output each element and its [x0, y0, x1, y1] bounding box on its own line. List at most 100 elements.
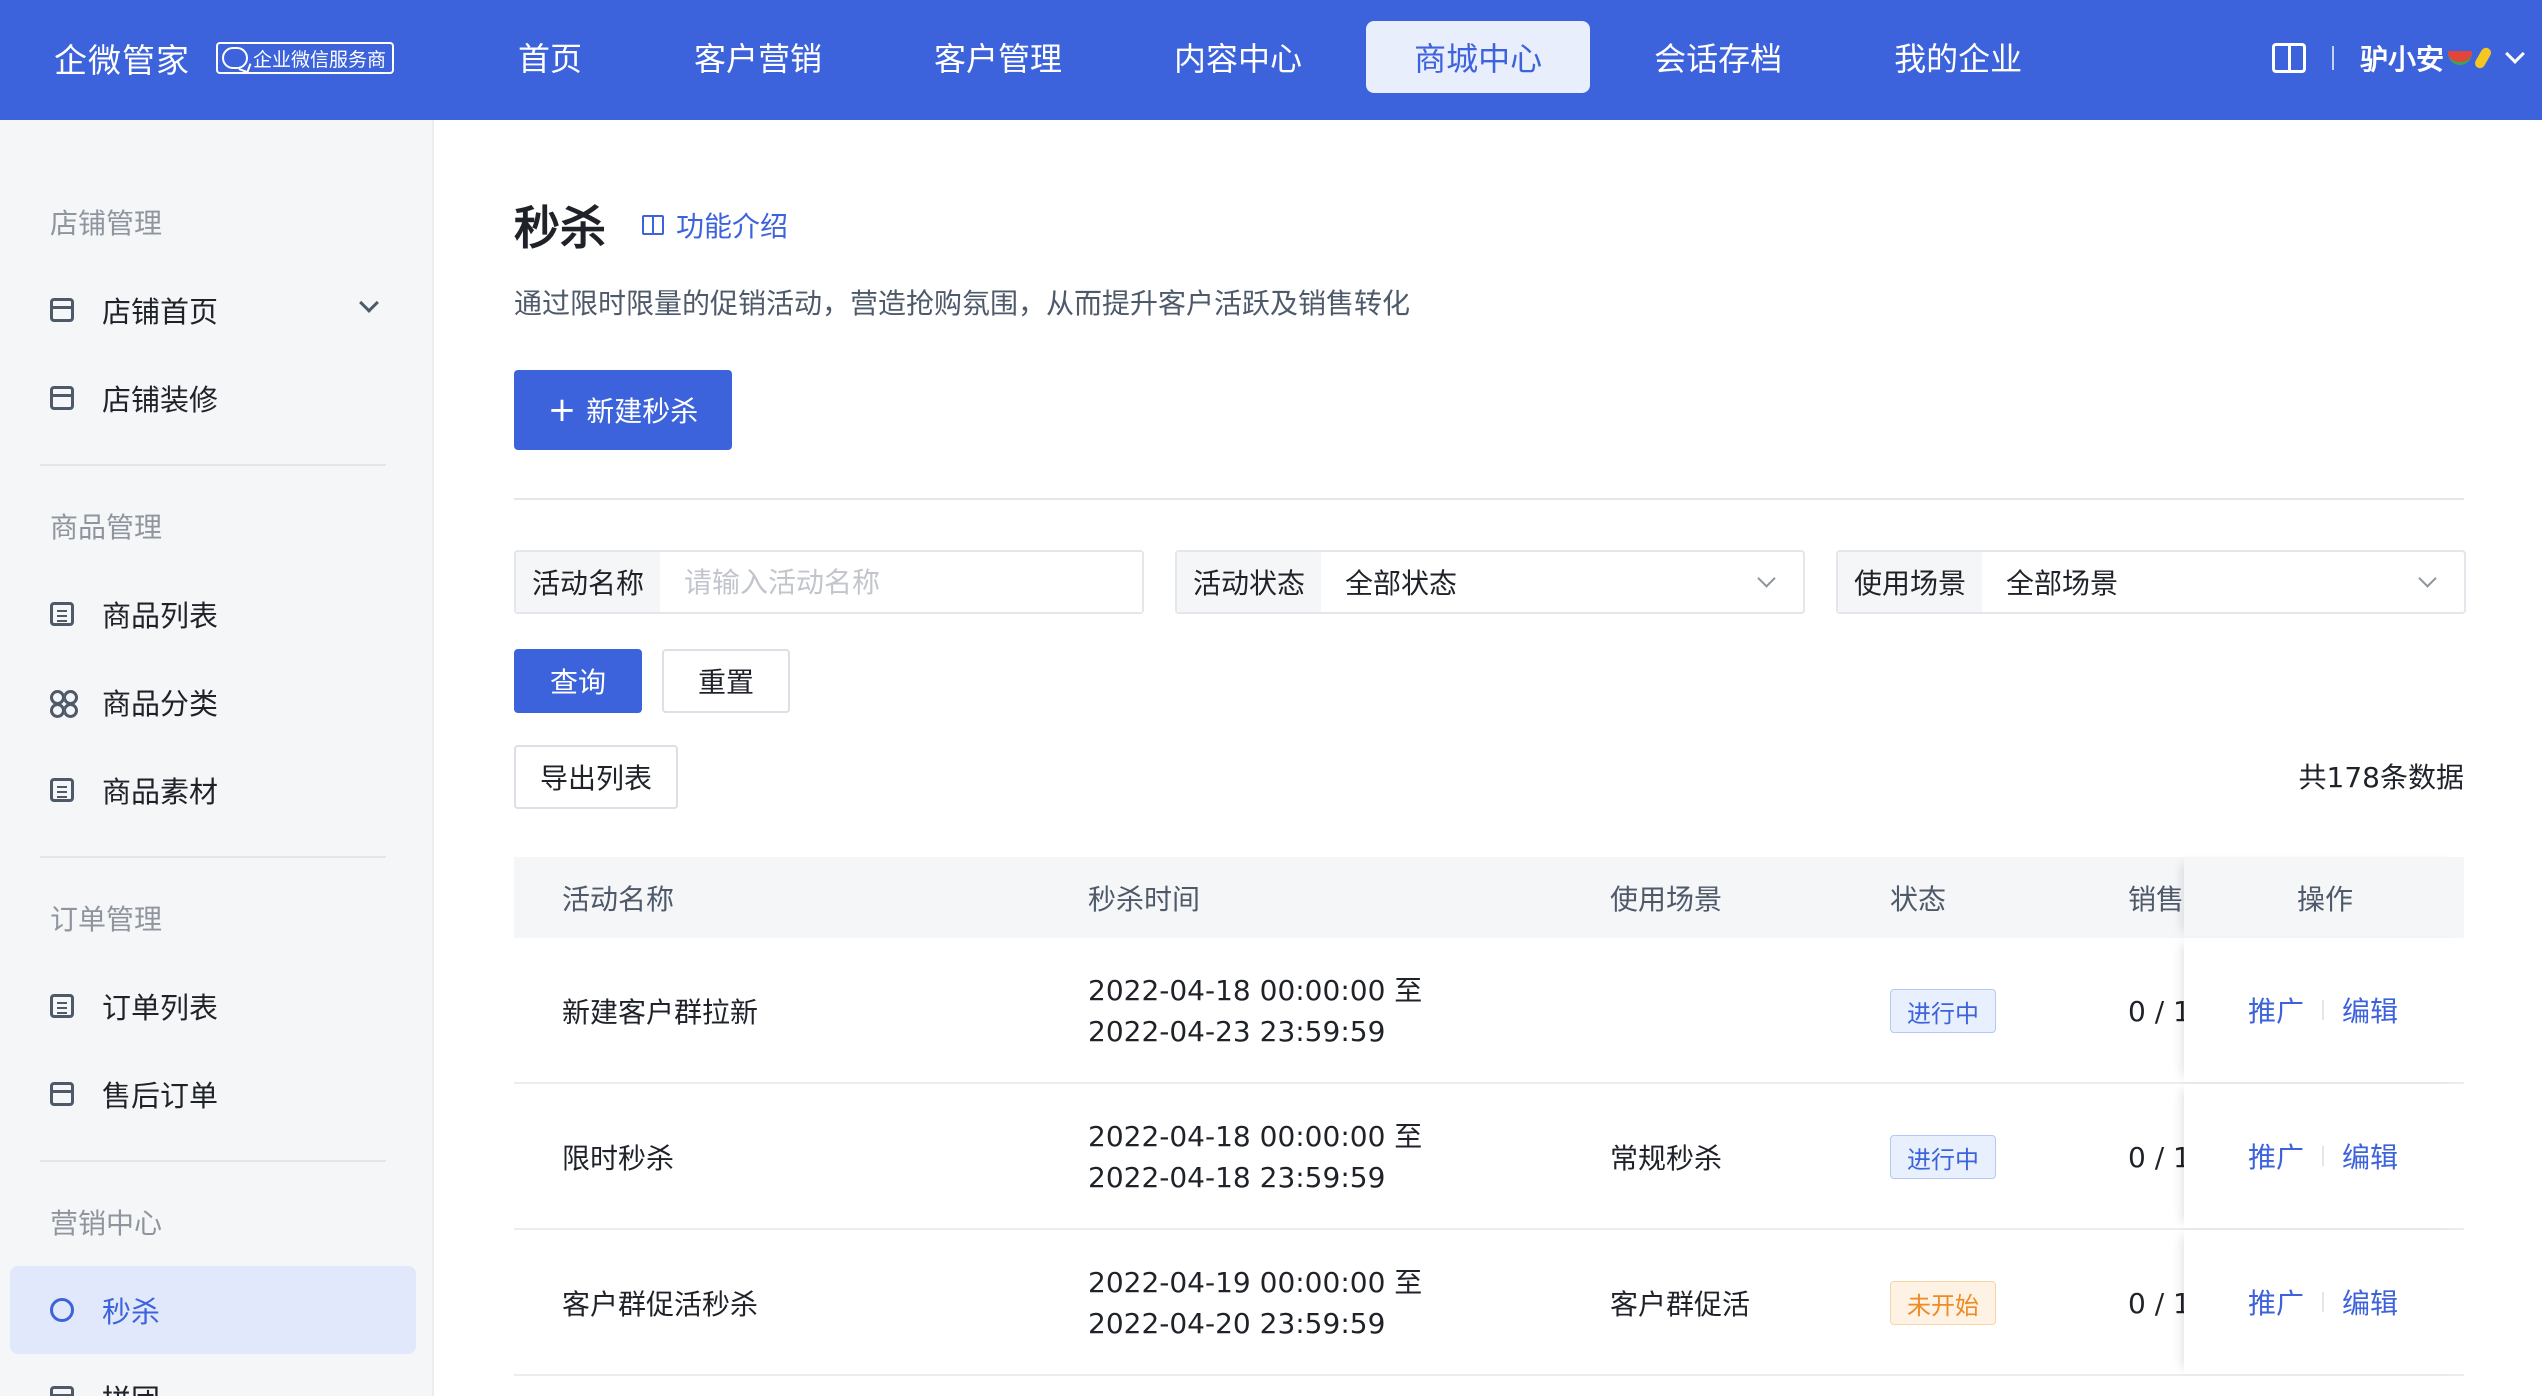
- nav-customer-management[interactable]: 客户管理: [886, 21, 1110, 93]
- group-buy-icon: [50, 1386, 74, 1396]
- sidebar-item-store-home[interactable]: 店铺首页: [10, 266, 416, 354]
- sidebar-item-order-list[interactable]: 订单列表: [10, 962, 416, 1050]
- status-badge: 进行中: [1890, 989, 1996, 1033]
- chevron-down-icon: [2418, 569, 2437, 588]
- query-button[interactable]: 查询: [514, 649, 642, 713]
- flash-sale-table: 活动名称 秒杀时间 使用场景 状态 销售 操作 新建客户群拉新 2022-04-…: [514, 857, 2464, 1376]
- sidebar-item-store-decoration[interactable]: 店铺装修: [10, 354, 416, 442]
- sidebar-item-product-list[interactable]: 商品列表: [10, 570, 416, 658]
- flash-sale-time: 2022-04-19 00:00:00 至 2022-04-20 23:59:5…: [1088, 1230, 1422, 1376]
- nav-home[interactable]: 首页: [470, 21, 630, 93]
- action-separator: [2322, 1146, 2325, 1166]
- sidebar-item-group-buy[interactable]: 拼团: [10, 1354, 416, 1396]
- ops-cell-wrapper: 推广 编辑: [2184, 1084, 2464, 1228]
- chevron-down-icon: [1757, 569, 1776, 588]
- promote-link[interactable]: 推广: [2248, 1136, 2304, 1176]
- sidebar-divider: [40, 1160, 386, 1162]
- nav-content-center[interactable]: 内容中心: [1126, 21, 1350, 93]
- filter-label: 使用场景: [1838, 552, 1983, 612]
- total-count: 共178条数据: [2298, 761, 2464, 794]
- nav-my-enterprise[interactable]: 我的企业: [1846, 21, 2070, 93]
- time-end: 2022-04-20 23:59:59: [1088, 1307, 1386, 1340]
- book-icon: [642, 215, 664, 235]
- sales-count: 0 / 1: [2128, 1286, 2191, 1320]
- feature-intro-link[interactable]: 功能介绍: [642, 205, 788, 245]
- after-sales-icon: [50, 1082, 74, 1106]
- table-row: 新建客户群拉新 2022-04-18 00:00:00 至 2022-04-23…: [514, 938, 2464, 1084]
- corn-icon: [2473, 45, 2493, 71]
- action-separator: [2322, 1292, 2325, 1312]
- column-header: 秒杀时间: [1088, 882, 1201, 916]
- plus-icon: +: [547, 390, 577, 430]
- select-value: 全部状态: [1345, 567, 1458, 600]
- promote-link[interactable]: 推广: [2248, 990, 2304, 1030]
- header-separator: [2331, 46, 2334, 70]
- column-header: 操作: [2297, 882, 2354, 916]
- store-icon: [50, 298, 74, 322]
- sidebar-item-product-category[interactable]: 商品分类: [10, 658, 416, 746]
- nav-mall-center[interactable]: 商城中心: [1366, 21, 1591, 93]
- page-description: 通过限时限量的促销活动，营造抢购氛围，从而提升客户活跃及销售转化: [514, 287, 1411, 320]
- row-actions: 推广 编辑: [2248, 1230, 2398, 1374]
- filter-label: 活动状态: [1177, 552, 1322, 612]
- sidebar-item-label: 售后订单: [102, 1079, 219, 1113]
- sidebar-item-label: 店铺首页: [102, 295, 219, 329]
- promote-link[interactable]: 推广: [2248, 1282, 2304, 1322]
- column-header: 使用场景: [1610, 882, 1723, 916]
- book-icon[interactable]: [2271, 43, 2306, 73]
- sidebar-item-label: 订单列表: [102, 991, 219, 1025]
- sidebar-group-title: 订单管理: [50, 903, 163, 936]
- sidebar-group-title: 店铺管理: [50, 207, 163, 240]
- main-nav: 首页 客户营销 客户管理 内容中心 商城中心 会话存档 我的企业: [470, 21, 2086, 93]
- column-header: 状态: [1890, 882, 1947, 916]
- decoration-icon: [50, 386, 74, 410]
- status-cell: 未开始: [1890, 1230, 1996, 1376]
- sidebar-item-flash-sale[interactable]: 秒杀: [10, 1266, 416, 1354]
- action-separator: [2322, 1000, 2325, 1020]
- activity-name-filter: 活动名称: [514, 550, 1144, 614]
- sidebar-group-title: 商品管理: [50, 511, 163, 544]
- export-list-button[interactable]: 导出列表: [514, 745, 678, 809]
- activity-status-select[interactable]: 全部状态: [1321, 552, 1803, 612]
- table-header: 活动名称 秒杀时间 使用场景 状态 销售 操作: [514, 857, 2464, 938]
- brand[interactable]: 企微管家 企业微信服务商: [54, 30, 395, 86]
- nav-session-archive[interactable]: 会话存档: [1606, 21, 1830, 93]
- page-title: 秒杀: [514, 201, 606, 255]
- edit-link[interactable]: 编辑: [2342, 1136, 2398, 1176]
- usage-scene: 常规秒杀: [1610, 1142, 1723, 1175]
- activity-name-input[interactable]: [660, 552, 1142, 612]
- sales-count: 0 / 1: [2128, 994, 2191, 1028]
- sidebar-item-after-sales[interactable]: 售后订单: [10, 1050, 416, 1138]
- activity-status-filter: 活动状态 全部状态: [1175, 550, 1805, 614]
- brand-badge: 企业微信服务商: [216, 42, 395, 74]
- user-name[interactable]: 驴小安: [2360, 38, 2444, 78]
- edit-link[interactable]: 编辑: [2342, 990, 2398, 1030]
- sidebar-item-label: 秒杀: [102, 1295, 161, 1329]
- usage-scene-select[interactable]: 全部场景: [1982, 552, 2464, 612]
- column-header: 销售: [2128, 882, 2185, 916]
- top-header: 企微管家 企业微信服务商 首页 客户营销 客户管理 内容中心 商城中心 会话存档…: [0, 0, 2542, 120]
- status-badge: 进行中: [1890, 1135, 1996, 1179]
- time-start: 2022-04-19 00:00:00 至: [1088, 1266, 1423, 1299]
- column-header: 活动名称: [562, 882, 675, 916]
- sidebar-group-title: 营销中心: [50, 1207, 163, 1240]
- main-content: 秒杀 功能介绍 通过限时限量的促销活动，营造抢购氛围，从而提升客户活跃及销售转化…: [436, 120, 2542, 1396]
- status-cell: 进行中: [1890, 1084, 1996, 1230]
- time-start: 2022-04-18 00:00:00 至: [1088, 974, 1423, 1007]
- edit-link[interactable]: 编辑: [2342, 1282, 2398, 1322]
- sidebar-divider: [40, 464, 386, 466]
- status-cell: 进行中: [1890, 938, 1996, 1084]
- list-icon: [50, 602, 74, 626]
- nav-customer-marketing[interactable]: 客户营销: [646, 21, 870, 93]
- table-row: 客户群促活秒杀 2022-04-19 00:00:00 至 2022-04-20…: [514, 1230, 2464, 1376]
- sidebar: 店铺管理 店铺首页 店铺装修 商品管理 商品列表 商品分类 商品素材 订单管理 …: [0, 120, 434, 1396]
- sidebar-item-product-material[interactable]: 商品素材: [10, 746, 416, 834]
- ops-column-header: 操作: [2184, 857, 2464, 938]
- chevron-down-icon[interactable]: [2505, 44, 2525, 64]
- brand-badge-text: 企业微信服务商: [253, 48, 387, 71]
- select-value: 全部场景: [2006, 567, 2119, 600]
- new-flash-sale-button[interactable]: + 新建秒杀: [514, 370, 732, 450]
- reset-button[interactable]: 重置: [662, 649, 790, 713]
- time-start: 2022-04-18 00:00:00 至: [1088, 1120, 1423, 1153]
- flash-sale-time: 2022-04-18 00:00:00 至 2022-04-18 23:59:5…: [1088, 1084, 1422, 1230]
